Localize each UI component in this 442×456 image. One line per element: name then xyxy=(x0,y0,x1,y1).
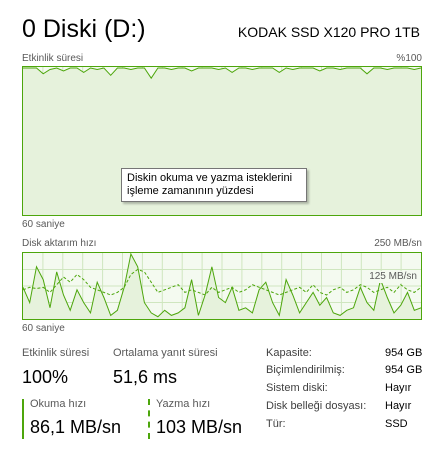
transfer-graph-max: 250 MB/sn xyxy=(374,238,422,249)
read-speed-indicator xyxy=(22,399,24,439)
active-time-graph-max: %100 xyxy=(396,53,422,64)
transfer-graph-mid: 125 MB/sn xyxy=(369,271,417,283)
read-speed-value: 86,1 MB/sn xyxy=(30,417,122,437)
active-time-graph-label: Etkinlik süresi xyxy=(22,53,84,64)
active-time-value: 100% xyxy=(22,367,69,387)
transfer-graph-label: Disk aktarım hızı xyxy=(22,238,97,249)
tooltip-line-1: Diskin okuma ve yazma isteklerini xyxy=(127,172,293,184)
active-time-graph-duration: 60 saniye xyxy=(22,219,65,230)
write-speed-label: Yazma hızı xyxy=(156,398,211,410)
transfer-graph-duration: 60 saniye xyxy=(22,323,65,334)
system-disk-value: Hayır xyxy=(385,382,412,394)
tooltip-line-2: işleme zamanının yüzdesi xyxy=(127,185,254,197)
page-file-label: Disk belleği dosyası: xyxy=(266,400,367,412)
disk-title: 0 Diski (D:) xyxy=(22,15,146,43)
capacity-label: Kapasite: xyxy=(266,347,312,359)
type-value: SSD xyxy=(385,418,408,430)
formatted-label: Biçimlendirilmiş: xyxy=(266,364,345,376)
formatted-value: 954 GB xyxy=(385,364,423,376)
read-speed-label: Okuma hızı xyxy=(30,398,87,410)
avg-response-value: 51,6 ms xyxy=(113,367,178,387)
system-disk-label: Sistem diski: xyxy=(266,382,328,394)
transfer-chart xyxy=(23,253,421,319)
capacity-value: 954 GB xyxy=(385,347,423,359)
write-speed-indicator xyxy=(148,399,150,439)
active-time-label: Etkinlik süresi xyxy=(22,347,90,359)
transfer-graph[interactable]: 125 MB/sn xyxy=(22,252,422,320)
write-speed-value: 103 MB/sn xyxy=(156,417,243,437)
tooltip: Diskin okuma ve yazma isteklerini işleme… xyxy=(121,168,307,202)
page-file-value: Hayır xyxy=(385,400,412,412)
avg-response-label: Ortalama yanıt süresi xyxy=(113,347,218,359)
disk-model: KODAK SSD X120 PRO 1TB xyxy=(237,24,420,40)
type-label: Tür: xyxy=(266,418,286,430)
